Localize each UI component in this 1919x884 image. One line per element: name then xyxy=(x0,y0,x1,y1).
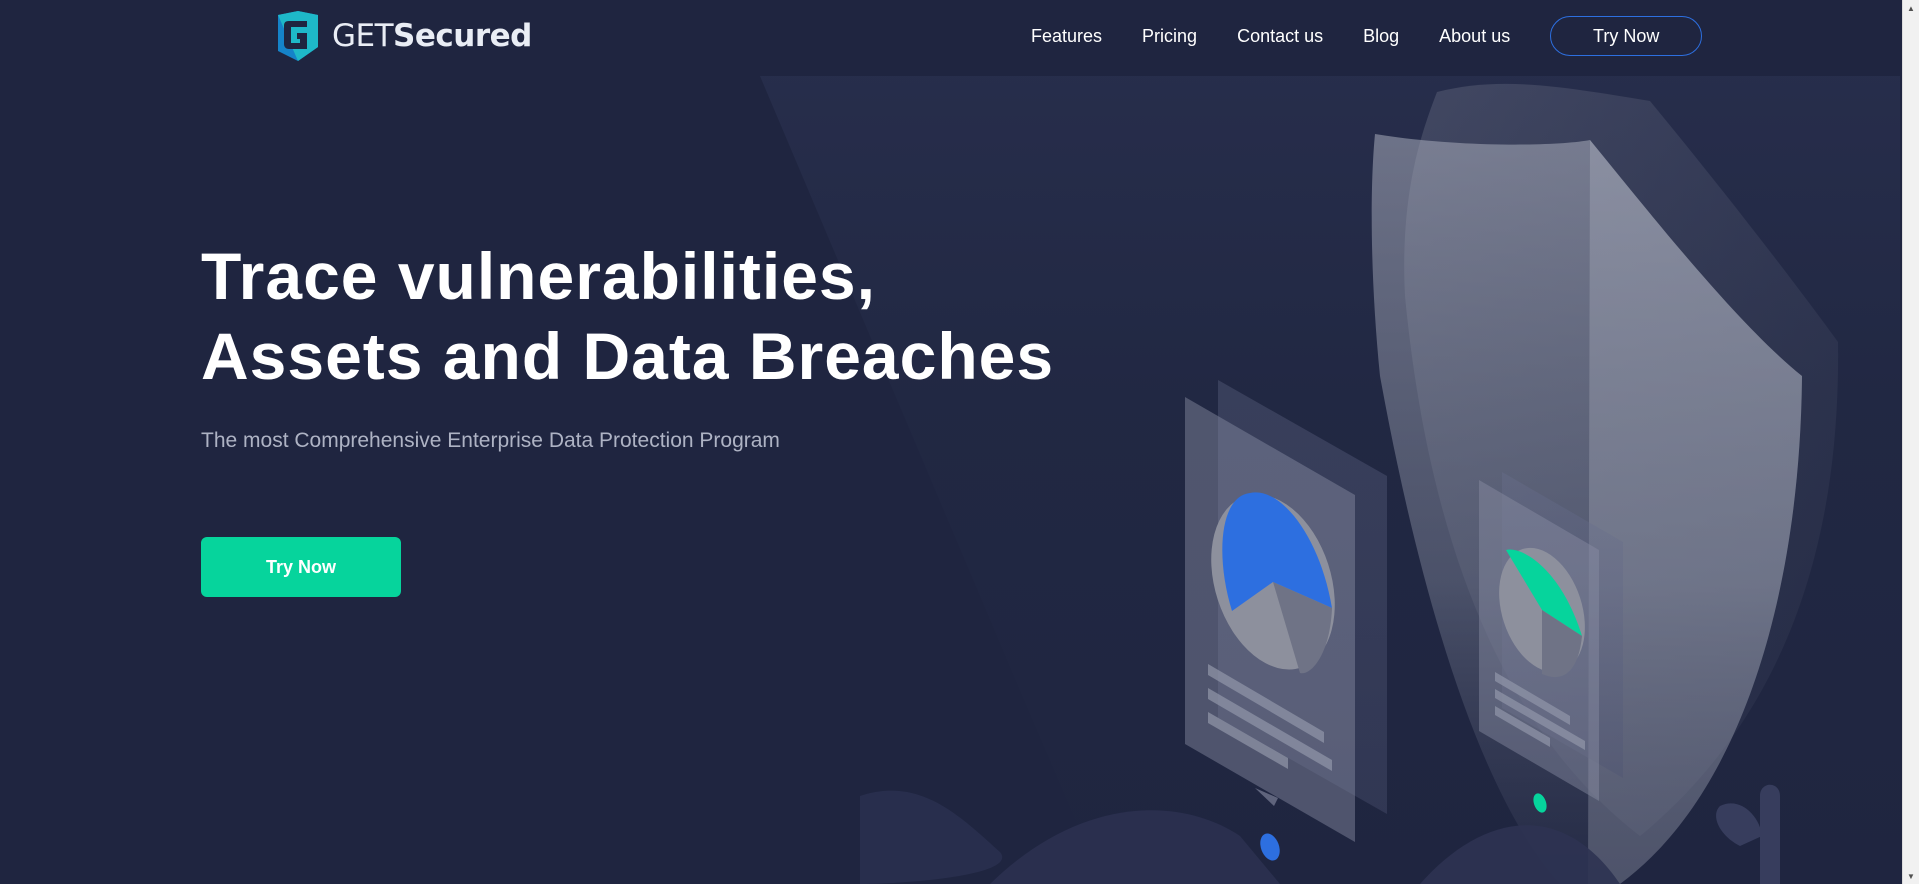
hero-headline-line-2: Assets and Data Breaches xyxy=(201,319,1055,393)
nav-link-blog[interactable]: Blog xyxy=(1363,26,1399,47)
scroll-down-arrow-icon[interactable]: ▼ xyxy=(1903,868,1919,884)
bottom-blob-middle xyxy=(990,810,1280,884)
vertical-scrollbar[interactable]: ▲ ▼ xyxy=(1902,0,1919,884)
main-nav: Features Pricing Contact us Blog About u… xyxy=(1031,15,1703,57)
hero-headline: Trace vulnerabilities, Assets and Data B… xyxy=(201,236,1054,396)
nav-link-features[interactable]: Features xyxy=(1031,26,1102,47)
security-shield-reports-illustration xyxy=(860,83,1839,884)
nav-link-about-us[interactable]: About us xyxy=(1439,26,1510,47)
hero-try-now-button[interactable]: Try Now xyxy=(201,537,401,597)
blue-dot xyxy=(1260,833,1280,861)
plant-silhouette xyxy=(1716,784,1780,884)
logo-link[interactable]: GETSecured xyxy=(276,11,532,61)
hero-headline-line-1: Trace vulnerabilities, xyxy=(201,239,876,313)
logo-text-light: GET xyxy=(332,18,394,54)
scroll-up-arrow-icon[interactable]: ▲ xyxy=(1903,0,1919,16)
hero-subheadline: The most Comprehensive Enterprise Data P… xyxy=(201,429,780,452)
bottom-blob-left xyxy=(860,790,1003,884)
report-panel-blue xyxy=(1185,380,1387,861)
site-header: GETSecured Features Pricing Contact us B… xyxy=(0,0,1902,76)
nav-link-pricing[interactable]: Pricing xyxy=(1142,26,1197,47)
header-try-now-button[interactable]: Try Now xyxy=(1550,16,1703,56)
g-shield-logo-icon xyxy=(278,11,318,61)
logo-text-bold: Secured xyxy=(393,18,532,54)
nav-link-contact-us[interactable]: Contact us xyxy=(1237,26,1323,47)
logo-text: GETSecured xyxy=(332,18,532,54)
page: GETSecured Features Pricing Contact us B… xyxy=(0,0,1919,884)
